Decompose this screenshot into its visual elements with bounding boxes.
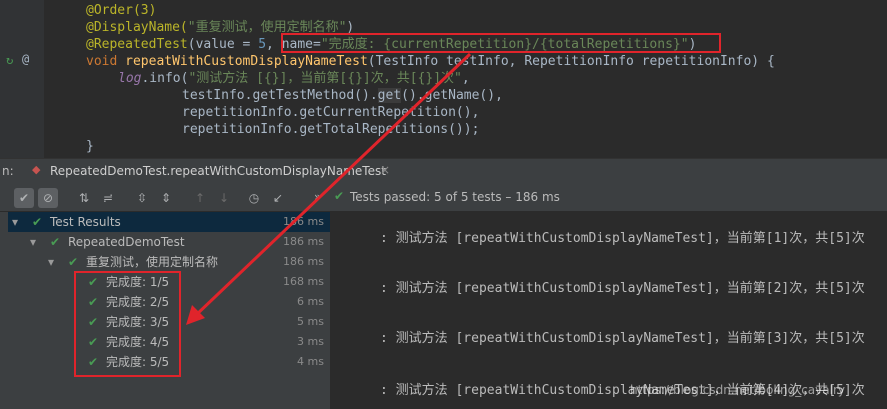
annotation-arrow (186, 52, 472, 325)
